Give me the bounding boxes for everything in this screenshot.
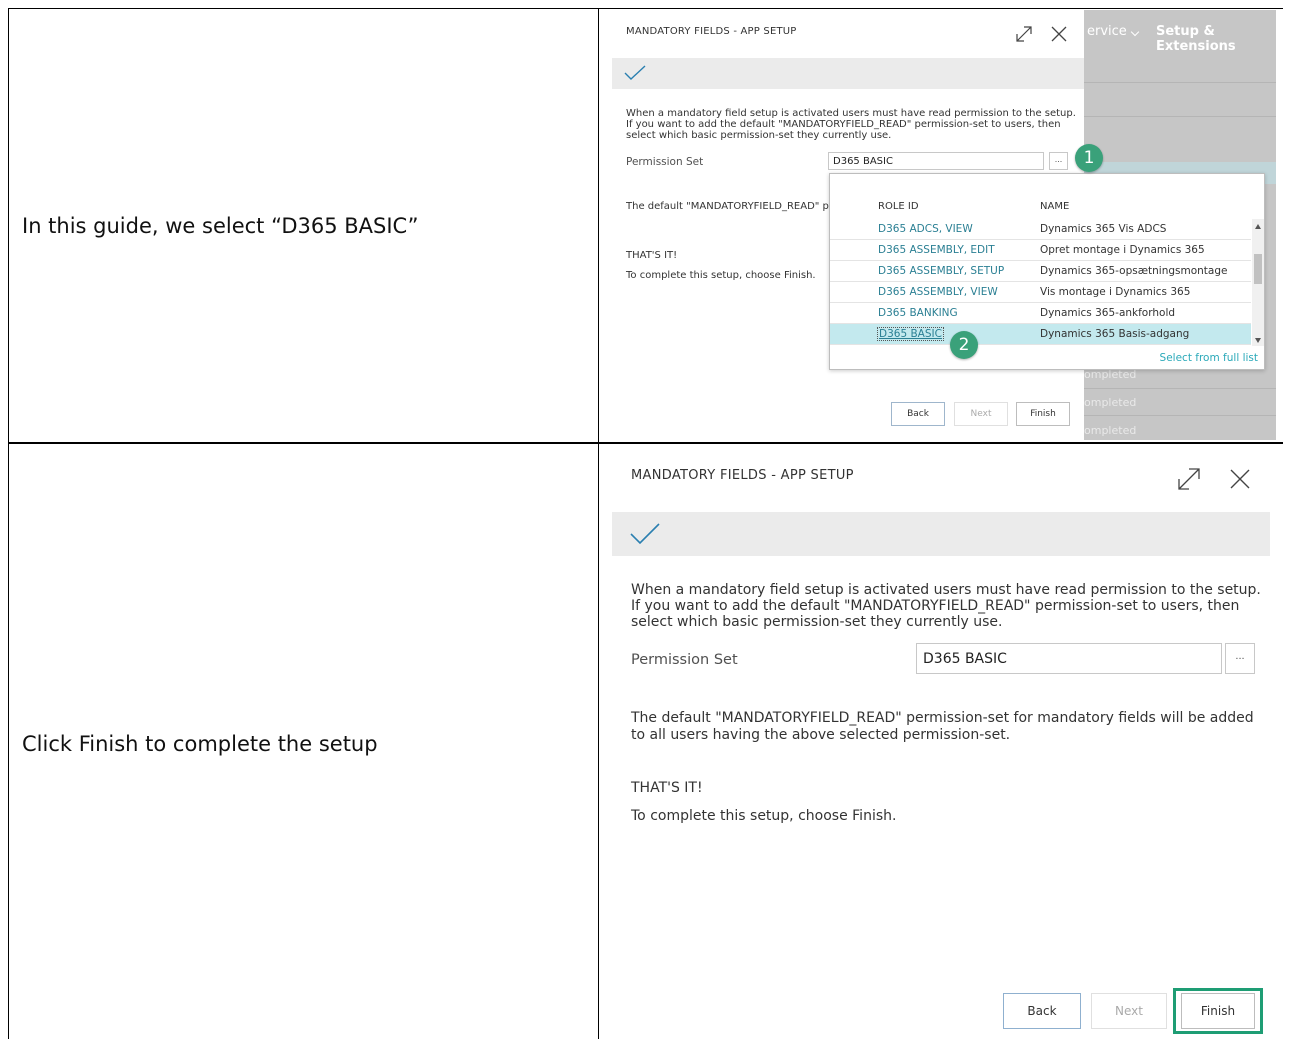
background-divider xyxy=(1084,415,1276,416)
select-from-full-list-link[interactable]: Select from full list xyxy=(1160,352,1258,364)
scroll-up-icon[interactable] xyxy=(1255,224,1261,229)
background-divider xyxy=(1084,388,1276,389)
name-cell: Vis montage i Dynamics 365 xyxy=(1040,286,1191,298)
scrollbar-thumb[interactable] xyxy=(1254,254,1262,284)
table-border-top xyxy=(8,8,1283,9)
permission-set-input[interactable]: D365 BASIC xyxy=(828,152,1044,170)
checkmark-icon xyxy=(624,65,646,80)
default-permission-text: The default "MANDATORYFIELD_READ" permis… xyxy=(626,201,836,212)
name-cell: Dynamics 365-ankforhold xyxy=(1040,307,1176,319)
background-nav-service[interactable]: ervice xyxy=(1087,24,1127,39)
lookup-button[interactable]: ... xyxy=(1049,152,1068,170)
close-icon[interactable] xyxy=(1050,25,1068,43)
back-button[interactable]: Back xyxy=(891,402,945,426)
role-id-cell[interactable]: D365 BASIC xyxy=(877,327,944,341)
thats-it-heading: THAT'S IT! xyxy=(626,250,678,261)
next-button[interactable]: Next xyxy=(954,402,1008,426)
dialog-title: MANDATORY FIELDS - APP SETUP xyxy=(631,468,854,483)
back-button[interactable]: Back xyxy=(1003,993,1081,1029)
lookup-button[interactable]: ... xyxy=(1225,643,1255,674)
intro-text: When a mandatory field setup is activate… xyxy=(626,108,1076,141)
complete-text: To complete this setup, choose Finish. xyxy=(626,270,816,281)
dropdown-row[interactable]: D365 BANKING Dynamics 365-ankforhold xyxy=(830,303,1251,324)
table-border-mid xyxy=(8,442,1283,444)
permission-set-input[interactable]: D365 BASIC xyxy=(916,643,1222,674)
background-status: ompleted xyxy=(1084,424,1137,437)
next-button[interactable]: Next xyxy=(1091,993,1167,1029)
name-cell: Dynamics 365-opsætningsmontage xyxy=(1040,265,1228,277)
role-id-cell[interactable]: D365 ADCS, VIEW xyxy=(878,223,973,235)
role-id-cell[interactable]: D365 ASSEMBLY, VIEW xyxy=(878,286,998,298)
permission-set-label: Permission Set xyxy=(631,652,738,668)
intro-text: When a mandatory field setup is activate… xyxy=(631,582,1261,630)
name-header: NAME xyxy=(1040,201,1070,212)
close-icon[interactable] xyxy=(1229,468,1251,490)
finish-button[interactable]: Finish xyxy=(1016,402,1070,426)
name-cell: Dynamics 365 Vis ADCS xyxy=(1040,223,1167,235)
screenshot-step-2: MANDATORY FIELDS - APP SETUP When a mand… xyxy=(612,448,1276,1039)
background-status: ompleted xyxy=(1084,396,1137,409)
background-nav-setup[interactable]: Setup & Extensions xyxy=(1156,24,1276,54)
callout-badge-1: 1 xyxy=(1075,144,1103,172)
background-divider xyxy=(1084,116,1276,117)
name-cell: Opret montage i Dynamics 365 xyxy=(1040,244,1205,256)
instruction-text-1: In this guide, we select “D365 BASIC” xyxy=(22,214,419,238)
permission-set-dropdown: ROLE ID NAME D365 ADCS, VIEW Dynamics 36… xyxy=(829,173,1265,370)
role-id-cell[interactable]: D365 ASSEMBLY, EDIT xyxy=(878,244,995,256)
role-id-cell[interactable]: D365 ASSEMBLY, SETUP xyxy=(878,265,1004,277)
role-id-cell[interactable]: D365 BANKING xyxy=(878,307,958,319)
expand-icon[interactable] xyxy=(1176,466,1202,492)
dropdown-row[interactable]: D365 ADCS, VIEW Dynamics 365 Vis ADCS xyxy=(830,219,1251,240)
step-bar xyxy=(612,58,1084,89)
step-bar xyxy=(612,512,1270,556)
finish-button[interactable]: Finish xyxy=(1181,993,1255,1029)
screenshot-step-1: ervice Setup & Extensions ompleted omple… xyxy=(612,10,1276,440)
dropdown-row[interactable]: D365 ASSEMBLY, SETUP Dynamics 365-opsætn… xyxy=(830,261,1251,282)
thats-it-heading: THAT'S IT! xyxy=(631,780,703,796)
name-cell: Dynamics 365 Basis-adgang xyxy=(1040,328,1190,340)
dropdown-row-selected[interactable]: D365 BASIC Dynamics 365 Basis-adgang xyxy=(830,324,1251,345)
table-border-left xyxy=(8,8,9,1039)
scroll-down-icon[interactable] xyxy=(1255,338,1261,343)
default-permission-text: The default "MANDATORYFIELD_READ" permis… xyxy=(631,710,1254,743)
permission-set-label: Permission Set xyxy=(626,156,704,168)
complete-text: To complete this setup, choose Finish. xyxy=(631,808,897,824)
table-border-center xyxy=(598,8,599,1039)
dropdown-row[interactable]: D365 ASSEMBLY, EDIT Opret montage i Dyna… xyxy=(830,240,1251,261)
callout-badge-2: 2 xyxy=(950,331,978,359)
instruction-text-2: Click Finish to complete the setup xyxy=(22,732,378,756)
checkmark-icon xyxy=(630,523,660,545)
dropdown-row[interactable]: D365 ASSEMBLY, VIEW Vis montage i Dynami… xyxy=(830,282,1251,303)
background-divider xyxy=(1084,82,1276,83)
role-id-header: ROLE ID xyxy=(878,201,919,212)
dialog-title: MANDATORY FIELDS - APP SETUP xyxy=(626,26,797,37)
expand-icon[interactable] xyxy=(1014,24,1034,44)
